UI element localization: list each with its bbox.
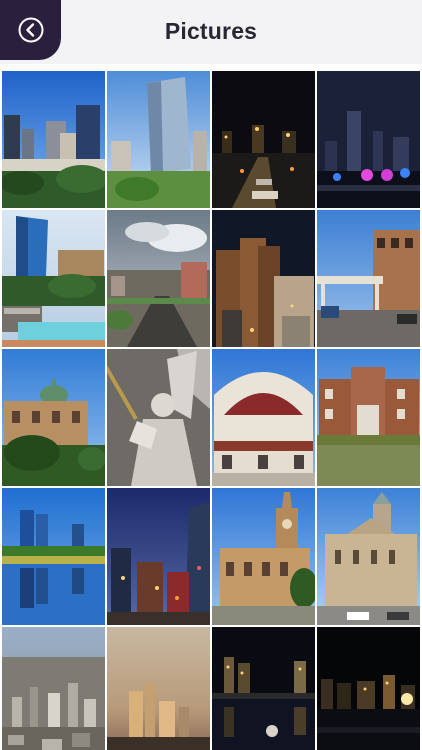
page-title: Pictures <box>164 18 258 44</box>
photo-blue-tower-water-garden[interactable] <box>2 210 105 347</box>
photo-night-skyline-lights[interactable] <box>317 71 420 208</box>
photo-night-river-reflection[interactable] <box>212 627 315 750</box>
photo-courthouse-plaza[interactable] <box>317 488 420 625</box>
photo-aerial-city[interactable] <box>2 627 105 750</box>
photo-arched-coliseum[interactable] <box>212 349 315 486</box>
photo-fort-worth-downtown-day[interactable] <box>2 71 105 208</box>
photo-skyline-night-road[interactable] <box>212 71 315 208</box>
photo-skyline-sunset[interactable] <box>107 627 210 750</box>
photo-angel-statue[interactable] <box>107 349 210 486</box>
photo-brick-school-building[interactable] <box>317 349 420 486</box>
photo-domed-courthouse[interactable] <box>2 349 105 486</box>
photo-night-skyline-dark[interactable] <box>317 627 420 750</box>
photo-clock-tower-courthouse[interactable] <box>212 488 315 625</box>
app-header: Pictures <box>0 0 422 64</box>
photo-brick-towers-night[interactable] <box>212 210 315 347</box>
photo-grid <box>2 71 420 750</box>
photo-city-dusk-towers[interactable] <box>107 488 210 625</box>
photo-stockyards-street[interactable] <box>317 210 420 347</box>
photo-glass-office-tower[interactable] <box>107 71 210 208</box>
photo-aerial-avenue[interactable] <box>107 210 210 347</box>
photo-skyline-lake-reflection[interactable] <box>2 488 105 625</box>
